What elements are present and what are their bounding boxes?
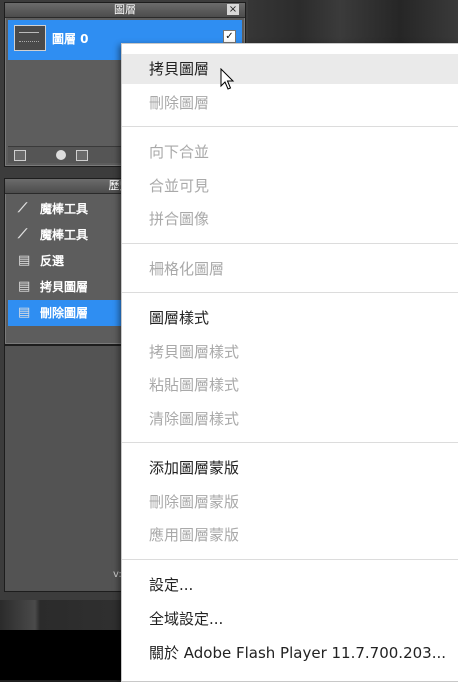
menu-item-merge-down[interactable]: 向下合並: [122, 137, 458, 167]
blend-mode-icon[interactable]: [14, 150, 26, 161]
menu-item-apply-layer-mask[interactable]: 應用圖層蒙版: [122, 520, 458, 550]
layer-visibility-checkbox[interactable]: ✓: [223, 30, 236, 43]
menu-item-delete-layer[interactable]: 刪除圖層: [122, 88, 458, 118]
history-item-label: 魔棒工具: [40, 228, 89, 242]
menu-item-merge-visible[interactable]: 合並可見: [122, 171, 458, 201]
menu-separator: [122, 559, 458, 560]
menu-separator: [122, 442, 458, 443]
menu-item-layer-style[interactable]: 圖層樣式: [122, 303, 458, 333]
menu-item-delete-layer-mask[interactable]: 刪除圖層蒙版: [122, 487, 458, 517]
mouse-cursor-icon: [220, 68, 235, 90]
document-arrow-icon: ▤: [18, 305, 31, 320]
menu-separator: [122, 243, 458, 244]
context-menu: 拷貝圖層 刪除圖層 向下合並 合並可見 拼合圖像 柵格化圖層 圖層樣式 拷貝圖層…: [121, 43, 458, 682]
document-arrow-icon: ▤: [18, 253, 31, 268]
document-arrow-icon: ▤: [18, 279, 31, 294]
layers-panel-title: 圖層 ×: [5, 3, 245, 18]
history-item-label: 魔棒工具: [40, 202, 89, 216]
layer-name: 圖層 0: [52, 32, 89, 46]
menu-item-about-flash-player[interactable]: 關於 Adobe Flash Player 11.7.700.203...: [122, 638, 458, 668]
menu-item-global-settings[interactable]: 全域設定...: [122, 604, 458, 634]
menu-separator: [122, 126, 458, 127]
magic-wand-icon: ⟋: [18, 227, 28, 242]
layer-mask-icon[interactable]: [56, 150, 66, 160]
layers-title-text: 圖層: [114, 3, 136, 16]
menu-item-add-layer-mask[interactable]: 添加圖層蒙版: [122, 453, 458, 483]
history-item-label: 反選: [40, 254, 65, 268]
menu-item-settings[interactable]: 設定...: [122, 570, 458, 600]
history-item-label: 拷貝圖層: [40, 280, 89, 294]
layer-thumbnail: [14, 25, 46, 51]
close-icon[interactable]: ×: [227, 4, 239, 15]
history-item-label: 刪除圖層: [40, 306, 89, 320]
new-layer-icon[interactable]: [76, 150, 88, 161]
menu-item-clear-layer-style[interactable]: 清除圖層樣式: [122, 404, 458, 434]
menu-item-flatten-image[interactable]: 拼合圖像: [122, 204, 458, 234]
menu-item-paste-layer-style[interactable]: 粘貼圖層樣式: [122, 370, 458, 400]
menu-item-rasterize-layer[interactable]: 柵格化圖層: [122, 254, 458, 284]
menu-separator: [122, 292, 458, 293]
menu-item-copy-layer[interactable]: 拷貝圖層: [122, 54, 458, 84]
magic-wand-icon: ⟋: [18, 201, 28, 216]
menu-item-copy-layer-style[interactable]: 拷貝圖層樣式: [122, 337, 458, 367]
